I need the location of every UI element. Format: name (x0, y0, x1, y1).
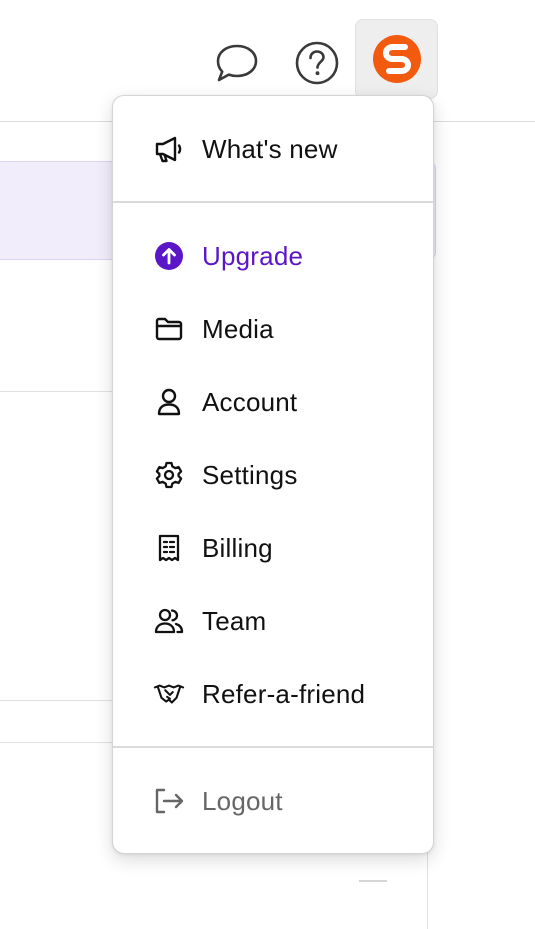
account-dropdown-menu: What's new Upgrade Media Account Setting… (112, 95, 434, 854)
section-divider (0, 700, 112, 701)
logout-icon (153, 787, 185, 815)
users-icon (153, 607, 185, 635)
menu-divider (113, 201, 433, 203)
menu-item-settings[interactable]: Settings (113, 447, 433, 503)
menu-item-label: Refer-a-friend (202, 679, 366, 709)
menu-divider (113, 746, 433, 748)
chat-button[interactable] (212, 38, 262, 88)
menu-item-label: Media (202, 314, 274, 344)
menu-item-label: What's new (202, 134, 338, 164)
folder-icon (153, 315, 185, 343)
menu-item-refer-a-friend[interactable]: Refer-a-friend (113, 666, 433, 722)
user-icon (153, 388, 185, 416)
menu-item-label: Settings (202, 460, 298, 490)
handshake-icon (153, 680, 185, 708)
help-button[interactable] (292, 38, 342, 88)
menu-item-whats-new[interactable]: What's new (113, 121, 433, 177)
arrow-up-circle-icon (153, 242, 185, 270)
menu-item-logout[interactable]: Logout (113, 773, 433, 829)
account-avatar-button[interactable] (355, 19, 438, 99)
minus-icon (359, 880, 387, 882)
menu-item-team[interactable]: Team (113, 593, 433, 649)
brand-logo-icon (372, 35, 421, 83)
help-circle-icon (295, 41, 339, 85)
receipt-icon (153, 534, 185, 562)
gear-icon (153, 461, 185, 489)
menu-item-billing[interactable]: Billing (113, 520, 433, 576)
menu-item-label: Logout (202, 786, 283, 816)
menu-item-account[interactable]: Account (113, 374, 433, 430)
megaphone-icon (153, 135, 185, 163)
menu-item-upgrade[interactable]: Upgrade (113, 228, 433, 284)
menu-item-label: Billing (202, 533, 273, 563)
menu-item-label: Team (202, 606, 267, 636)
menu-item-label: Account (202, 387, 298, 417)
chat-bubble-icon (216, 44, 258, 82)
menu-item-media[interactable]: Media (113, 301, 433, 357)
menu-item-label: Upgrade (202, 241, 304, 271)
section-divider (0, 391, 112, 392)
